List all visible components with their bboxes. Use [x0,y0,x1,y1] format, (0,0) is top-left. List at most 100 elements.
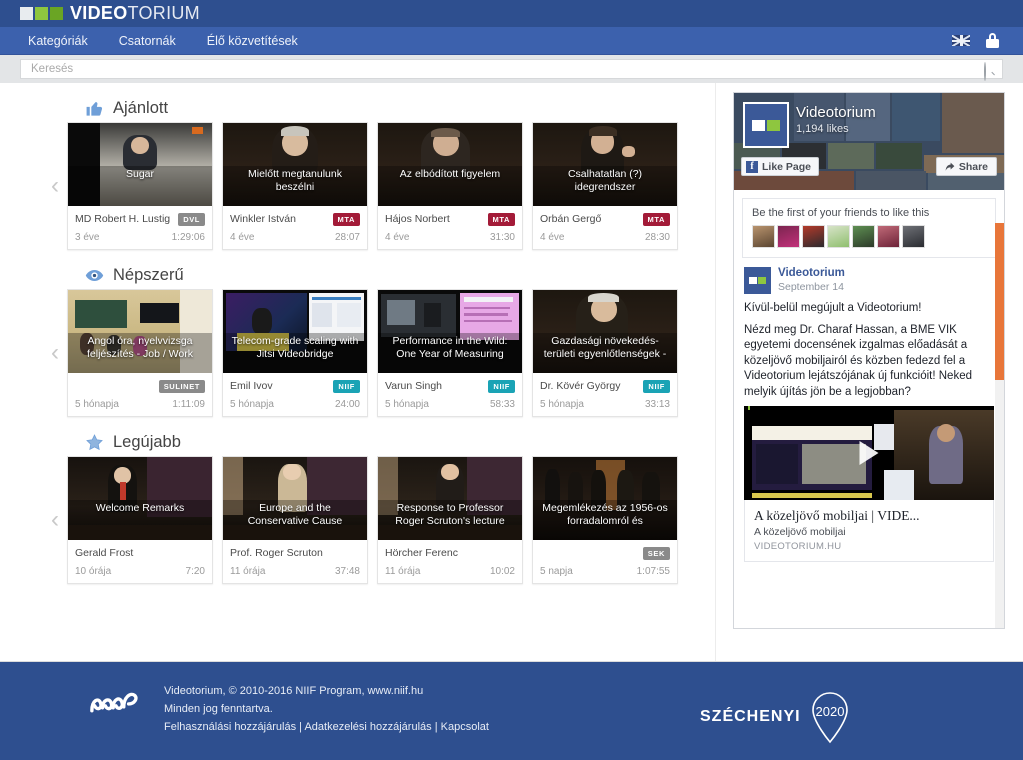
facebook-like-label: Like Page [762,160,812,173]
footer-link-kapcsolat[interactable]: Kapcsolat [441,721,489,733]
video-thumbnail[interactable]: Mielőtt megtanulunk beszélni [223,123,367,206]
search-input[interactable] [29,62,994,76]
footer-links: Felhasználási hozzájárulás | Adatkezelés… [164,718,489,736]
carousel-prev-button[interactable]: ‹ [44,289,66,417]
video-footer: 11 órája 10:02 [378,563,522,583]
video-thumbnail[interactable]: Telecom-grade scaling with Jitsi Videobr… [223,290,367,373]
logo-icon [20,7,63,20]
facebook-link-preview[interactable]: A közeljövő mobiljai | VIDE... A közeljö… [744,500,994,562]
logo-text-thin: TORIUM [127,3,200,23]
video-thumbnail[interactable]: Sugar [68,123,212,206]
video-card[interactable]: Az elbódított figyelem Hájos Norbert MTA… [377,122,523,250]
facebook-post-video[interactable] [744,406,994,500]
section-header: Legújabb [0,429,715,456]
facebook-post-paragraph: Kívül-belül megújult a Videotorium! [744,302,922,314]
video-footer: 11 órája 37:48 [223,563,367,583]
video-meta: Emil Ivov NIIF [223,373,367,396]
video-thumbnail[interactable]: Welcome Remarks [68,457,212,540]
facebook-link-domain: VIDEOTORIUM.HU [754,541,842,552]
section-title: Legújabb [113,433,181,451]
footer-line-1: Videotorium, © 2010-2016 NIIF Program, w… [164,685,424,697]
video-meta: Hájos Norbert MTA [378,206,522,229]
video-card[interactable]: Telecom-grade scaling with Jitsi Videobr… [222,289,368,417]
facebook-like-button[interactable]: f Like Page [741,157,820,176]
video-author: MD Robert H. Lustig [75,213,171,225]
video-thumbnail[interactable]: Angol óra, nyelvvizsga feljészítés - Job… [68,290,212,373]
footer-line-2: Minden jog fenntartva. [164,703,273,715]
carousel-prev-button[interactable]: ‹ [44,456,66,584]
video-card[interactable]: Response to Professor Roger Scruton's le… [377,456,523,584]
avatar[interactable] [902,225,925,248]
nav-item-csatornak[interactable]: Csatornák [119,27,176,55]
avatar[interactable] [827,225,850,248]
video-thumbnail[interactable]: Europe and the Conservative Cause [223,457,367,540]
search-box[interactable] [20,59,1003,81]
footer-link-felhasznalasi[interactable]: Felhasználási hozzájárulás [164,721,296,733]
video-duration: 1:29:06 [171,232,205,243]
avatar[interactable] [752,225,775,248]
video-duration: 7:20 [185,566,205,577]
video-card[interactable]: Mielőtt megtanulunk beszélni Winkler Ist… [222,122,368,250]
play-icon[interactable] [859,441,879,465]
video-thumbnail[interactable]: Response to Professor Roger Scruton's le… [378,457,522,540]
niif-logo-icon [90,692,138,713]
facebook-post-author[interactable]: Videotorium [778,267,845,280]
page-footer: Videotorium, © 2010-2016 NIIF Program, w… [0,661,1023,760]
facebook-post-avatar [744,267,771,294]
video-badge: MTA [487,212,515,226]
video-title: Angol óra, nyelvvizsga feljészítés - Job… [68,333,212,373]
video-title: Mielőtt megtanulunk beszélni [223,166,367,206]
facebook-post-date: September 14 [778,281,844,293]
video-footer: 10 órája 7:20 [68,563,212,583]
search-icon[interactable] [984,62,995,81]
carousel-ajanlott: ‹ › Sugar MD Robert H. Lustig [0,122,715,250]
video-title: Europe and the Conservative Cause [223,500,367,540]
video-card[interactable]: Performance in the Wild: One Year of Mea… [377,289,523,417]
video-age: 11 órája [230,566,266,577]
uk-flag-icon[interactable] [952,35,970,46]
footer-link-adatkezelesi[interactable]: Adatkezelési hozzájárulás [304,721,431,733]
facebook-post: Videotorium September 14 Kívül-belül meg… [734,258,1004,562]
video-age: 11 órája [385,566,421,577]
facebook-link-subtitle: A közeljövő mobiljai [754,526,846,538]
lock-icon[interactable] [986,33,999,48]
avatar[interactable] [802,225,825,248]
video-card[interactable]: Angol óra, nyelvvizsga feljészítés - Job… [67,289,213,417]
facebook-scrollbar-track[interactable] [995,223,1004,628]
nav-item-kategoriak[interactable]: Kategóriák [28,27,88,55]
avatar[interactable] [777,225,800,248]
avatar[interactable] [852,225,875,248]
facebook-f-icon: f [746,160,758,173]
share-arrow-icon [945,162,955,171]
video-duration: 37:48 [334,566,360,577]
video-card[interactable]: Welcome Remarks Gerald Frost 10 órája 7:… [67,456,213,584]
video-card[interactable]: Sugar MD Robert H. Lustig DVL 3 éve 1:29… [67,122,213,250]
video-title: Megemlékezés az 1956-os forradalomról és [533,500,677,540]
video-author: Orbán Gergő [540,213,602,225]
video-thumbnail[interactable]: Csalhatatlan (?) idegrendszer [533,123,677,206]
facebook-page-name[interactable]: Videotorium [796,104,876,121]
sidebar: Videotorium 1,194 likes f Like Page Shar… [715,83,1023,661]
video-thumbnail[interactable]: Az elbódított figyelem [378,123,522,206]
video-title: Welcome Remarks [68,500,212,540]
section-title: Ajánlott [113,99,169,117]
video-footer: 5 hónapja 1:11:09 [68,396,212,416]
carousel-prev-button[interactable]: ‹ [44,122,66,250]
video-thumbnail[interactable]: Megemlékezés az 1956-os forradalomról és [533,457,677,540]
video-title: Gazdasági növekedés- területi egyenlőtle… [533,333,677,373]
video-thumbnail[interactable]: Gazdasági növekedés- területi egyenlőtle… [533,290,677,373]
site-logo[interactable]: VIDEOTORIUM [70,3,200,24]
facebook-link-title[interactable]: A közeljövő mobiljai | VIDE... [754,507,984,524]
video-age: 5 hónapja [230,399,274,410]
video-title: Telecom-grade scaling with Jitsi Videobr… [223,333,367,373]
video-title: Az elbódított figyelem [378,166,522,206]
nav-item-elo-kozvetitesek[interactable]: Élő közvetítések [207,27,298,55]
video-author: Hörcher Ferenc [385,547,458,559]
video-thumbnail[interactable]: Performance in the Wild: One Year of Mea… [378,290,522,373]
facebook-scrollbar-thumb[interactable] [995,223,1004,380]
video-duration: 31:30 [489,232,515,243]
facebook-share-button[interactable]: Share [935,157,997,176]
avatar[interactable] [877,225,900,248]
video-card[interactable]: Europe and the Conservative Cause Prof. … [222,456,368,584]
video-author: Winkler István [230,213,296,225]
